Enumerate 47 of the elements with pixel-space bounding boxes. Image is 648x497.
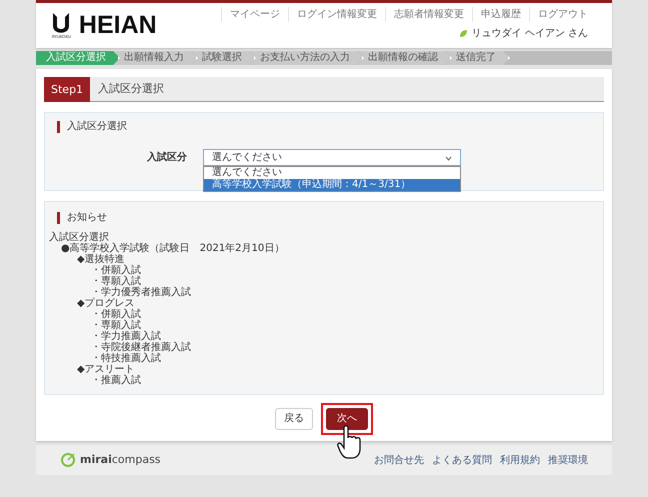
field-label: 入試区分: [146, 150, 188, 165]
step-item: 出願情報入力: [114, 51, 198, 65]
select-field[interactable]: 選んでください: [203, 149, 461, 166]
section-title: 入試区分選択: [57, 121, 591, 133]
section-title: お知らせ: [57, 212, 591, 224]
footer-link[interactable]: 利用規約: [500, 452, 540, 468]
notice-line: ◆アスリート: [76, 364, 135, 375]
step-badge: Step1: [44, 76, 90, 102]
chevron-down-icon: [445, 156, 452, 161]
user-name: リュウダイ ヘイアン さん: [472, 27, 588, 41]
notice-line: ●高等学校入学試験（試験日 2021年2月10日）: [60, 243, 286, 254]
notice-line: ・専願入試: [90, 320, 141, 331]
nav-link[interactable]: 申込履歴: [472, 7, 529, 22]
notice-line: ・専願入試: [90, 276, 141, 287]
dropdown-option[interactable]: 高等学校入学試験（申込期間：4/1～3/31）: [204, 179, 460, 191]
leaf-icon: [458, 29, 468, 38]
step-item: 出願情報の確認: [358, 51, 452, 65]
step-item: 入試区分選択: [36, 51, 120, 65]
dropdown-option[interactable]: 選んでください: [204, 167, 460, 179]
notice-line: ・寺院後継者推薦入試: [90, 342, 192, 353]
compass-logo-icon: [60, 452, 76, 468]
next-button[interactable]: 次へ: [326, 408, 368, 430]
footer-link[interactable]: よくある質問: [432, 452, 492, 468]
notice-line: ・推薦入試: [90, 375, 142, 386]
back-button[interactable]: 戻る: [275, 408, 313, 430]
notice-line: ・特技推薦入試: [90, 353, 162, 364]
logo-text: HEIAN: [78, 13, 157, 38]
footer-link[interactable]: お問合せ先: [374, 452, 424, 468]
footer-link[interactable]: 推奨環境: [548, 452, 588, 468]
notice-line: ・併願入試: [90, 309, 142, 320]
step-item: お支払い方法の入力: [250, 51, 364, 65]
notice-line: 入試区分選択: [49, 232, 109, 243]
nav-link[interactable]: ログアウト: [529, 7, 596, 22]
notice-line: ・学力推薦入試: [90, 331, 161, 342]
notice-line: ・併願入試: [90, 265, 142, 276]
select-value: 選んでください: [212, 151, 282, 165]
step-item: 送信完了: [446, 51, 510, 65]
nav-link[interactable]: マイページ: [221, 7, 288, 22]
step-item: 試験選択: [192, 51, 256, 65]
step-title: 入試区分選択: [97, 80, 164, 97]
notice-line: ◆プログレス: [76, 298, 135, 309]
shield-logo-icon: [52, 12, 70, 34]
nav-link[interactable]: 志願者情報変更: [385, 7, 472, 22]
notice-line: ◆選抜特進: [76, 254, 125, 265]
nav-link[interactable]: ログイン情報変更: [288, 7, 385, 22]
footer-logo-text: miraicompass: [80, 452, 161, 468]
notice-line: ・学力優秀者推薦入試: [91, 287, 192, 298]
